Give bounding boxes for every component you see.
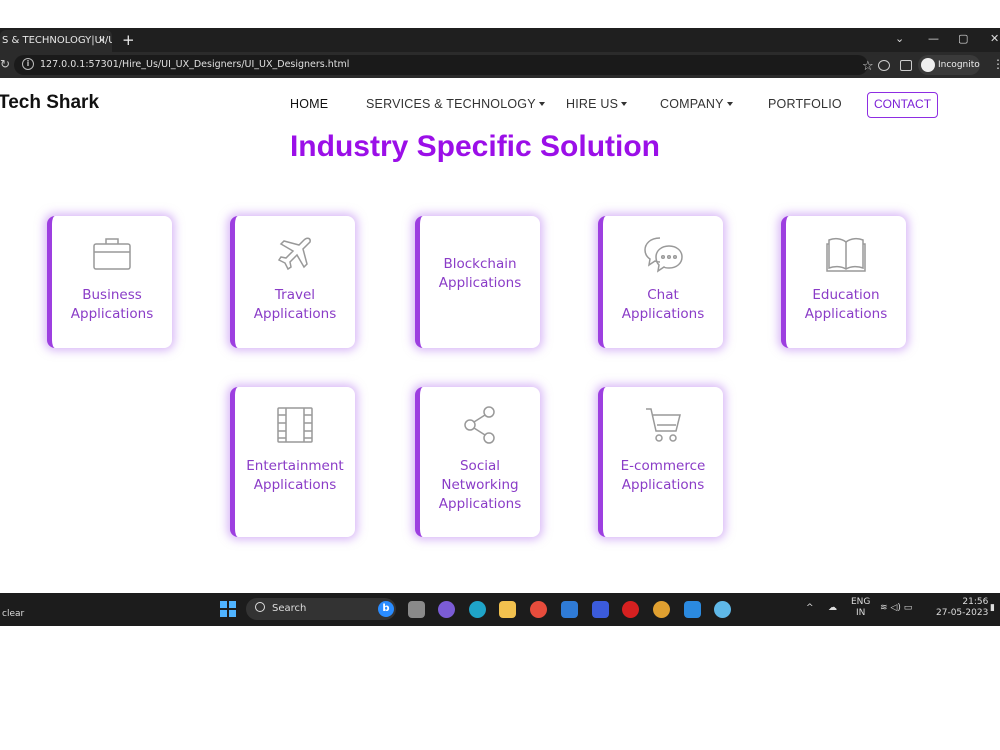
- mail-icon[interactable]: [561, 601, 578, 618]
- taskbar-search[interactable]: Search b: [246, 598, 396, 620]
- briefcase-icon: [52, 234, 172, 276]
- card-label-line: Applications: [621, 477, 705, 493]
- bing-icon[interactable]: b: [378, 601, 394, 617]
- nav-home-label: HOME: [290, 97, 329, 111]
- extension-icon[interactable]: [878, 60, 890, 71]
- new-tab-button[interactable]: +: [122, 30, 135, 50]
- card-label-line: Chat: [647, 287, 679, 303]
- card-social-networking-applications[interactable]: Social Networking Applications: [415, 387, 540, 537]
- share-icon: [420, 405, 540, 447]
- clock-date: 27-05-2023: [936, 608, 989, 618]
- card-label-line: Travel: [274, 287, 316, 303]
- language-code: ENG: [851, 597, 871, 607]
- card-label-line: Applications: [253, 306, 337, 322]
- minimize-icon[interactable]: —: [928, 32, 939, 46]
- search-icon: [255, 602, 265, 612]
- nav-company-dropdown[interactable]: COMPANY: [660, 97, 733, 111]
- open-book-icon: [786, 234, 906, 276]
- card-label-line: Education: [812, 287, 880, 303]
- nav-portfolio[interactable]: PORTFOLIO: [768, 97, 842, 111]
- card-label-line: Applications: [70, 306, 154, 322]
- contact-button[interactable]: CONTACT: [867, 92, 938, 118]
- maximize-icon[interactable]: ▢: [958, 32, 968, 46]
- browser-tab-bar: S & TECHNOLOGY|UI/U × + ⌄ — ▢ ✕: [0, 28, 1000, 52]
- tab-search-icon[interactable]: ⌄: [895, 32, 904, 46]
- chrome-icon[interactable]: [530, 601, 547, 618]
- page-title: Industry Specific Solution: [289, 130, 661, 163]
- card-label-line: Networking: [441, 477, 519, 493]
- clock[interactable]: 21:56 27-05-2023: [936, 597, 988, 619]
- nav-hire-label: HIRE US: [566, 97, 619, 111]
- tab-close-icon[interactable]: ×: [98, 30, 106, 52]
- card-education-applications[interactable]: Education Applications: [781, 216, 906, 348]
- bookmark-star-icon[interactable]: ☆: [862, 59, 874, 74]
- browser-menu-icon[interactable]: ⋮: [992, 57, 1000, 71]
- card-label-line: Applications: [438, 496, 522, 512]
- card-label-line: E-commerce: [620, 458, 706, 474]
- card-label-line: Applications: [621, 306, 705, 322]
- chat-bubbles-icon: [603, 234, 723, 276]
- card-label-line: Applications: [804, 306, 888, 322]
- show-hidden-icons[interactable]: ^: [806, 603, 814, 614]
- windows-taskbar: clear Search b ^ ☁ ENG IN ≋ ◁) ▭ 21:56 2…: [0, 593, 1000, 626]
- language-region: IN: [856, 608, 866, 618]
- app-icon[interactable]: [592, 601, 609, 618]
- app-icon[interactable]: [714, 601, 731, 618]
- caret-down-icon: [538, 102, 545, 106]
- edge-icon[interactable]: [469, 601, 486, 618]
- card-label-line: Entertainment: [246, 458, 344, 474]
- notification-icon[interactable]: ▮: [990, 603, 995, 614]
- teams-icon[interactable]: [438, 601, 455, 618]
- caret-down-icon: [621, 102, 628, 106]
- site-info-icon[interactable]: i: [22, 58, 34, 70]
- address-bar[interactable]: i 127.0.0.1:57301/Hire_Us/UI_UX_Designer…: [14, 55, 874, 75]
- onedrive-icon[interactable]: ☁: [828, 603, 837, 614]
- card-travel-applications[interactable]: Travel Applications: [230, 216, 355, 348]
- nav-home[interactable]: HOME: [290, 97, 328, 111]
- nav-services-dropdown[interactable]: SERVICES & TECHNOLOGY: [366, 97, 545, 111]
- network-volume-battery-icons[interactable]: ≋ ◁) ▭: [880, 603, 912, 614]
- close-window-icon[interactable]: ✕: [990, 32, 999, 46]
- card-ecommerce-applications[interactable]: E-commerce Applications: [598, 387, 723, 537]
- card-label-line: Applications: [253, 477, 337, 493]
- browser-toolbar: ↻ i 127.0.0.1:57301/Hire_Us/UI_UX_Design…: [0, 52, 1000, 78]
- nav-portfolio-label: PORTFOLIO: [768, 97, 842, 111]
- nav-company-label: COMPANY: [660, 97, 724, 111]
- card-label-line: Blockchain: [443, 256, 517, 272]
- taskbar-search-placeholder: Search: [272, 603, 307, 614]
- weather-status[interactable]: clear: [2, 609, 24, 619]
- incognito-label: Incognito: [938, 60, 980, 70]
- chrome-active-icon[interactable]: [653, 601, 670, 618]
- incognito-icon: [921, 58, 935, 72]
- vscode-icon[interactable]: [684, 601, 701, 618]
- nav-hire-dropdown[interactable]: HIRE US: [566, 97, 628, 111]
- caret-down-icon: [726, 102, 733, 106]
- film-strip-icon: [235, 405, 355, 447]
- airplane-icon: [235, 234, 355, 276]
- card-label-line: Applications: [438, 275, 522, 291]
- side-panel-icon[interactable]: [900, 60, 912, 71]
- opera-icon[interactable]: [622, 601, 639, 618]
- reload-icon[interactable]: ↻: [0, 57, 10, 71]
- nav-services-label: SERVICES & TECHNOLOGY: [366, 97, 536, 111]
- url-text[interactable]: 127.0.0.1:57301/Hire_Us/UI_UX_Designers/…: [40, 58, 349, 72]
- card-label-line: Social: [459, 458, 501, 474]
- windows-start-icon[interactable]: [220, 601, 236, 617]
- site-logo[interactable]: Tech Shark: [0, 92, 99, 114]
- tab-title: S & TECHNOLOGY|UI/U: [2, 35, 112, 46]
- clock-time: 21:56: [962, 597, 989, 607]
- browser-tab[interactable]: S & TECHNOLOGY|UI/U ×: [0, 30, 112, 52]
- incognito-badge[interactable]: Incognito: [918, 55, 980, 75]
- card-label-line: Business: [82, 287, 142, 303]
- screen: S & TECHNOLOGY|UI/U × + ⌄ — ▢ ✕ ↻ i 127.…: [0, 0, 1000, 750]
- language-indicator[interactable]: ENG IN: [851, 597, 870, 619]
- card-blockchain-applications[interactable]: Blockchain Applications: [415, 216, 540, 348]
- card-chat-applications[interactable]: Chat Applications: [598, 216, 723, 348]
- card-entertainment-applications[interactable]: Entertainment Applications: [230, 387, 355, 537]
- card-business-applications[interactable]: Business Applications: [47, 216, 172, 348]
- task-view-icon[interactable]: [408, 601, 425, 618]
- file-explorer-icon[interactable]: [499, 601, 516, 618]
- shopping-cart-icon: [603, 405, 723, 447]
